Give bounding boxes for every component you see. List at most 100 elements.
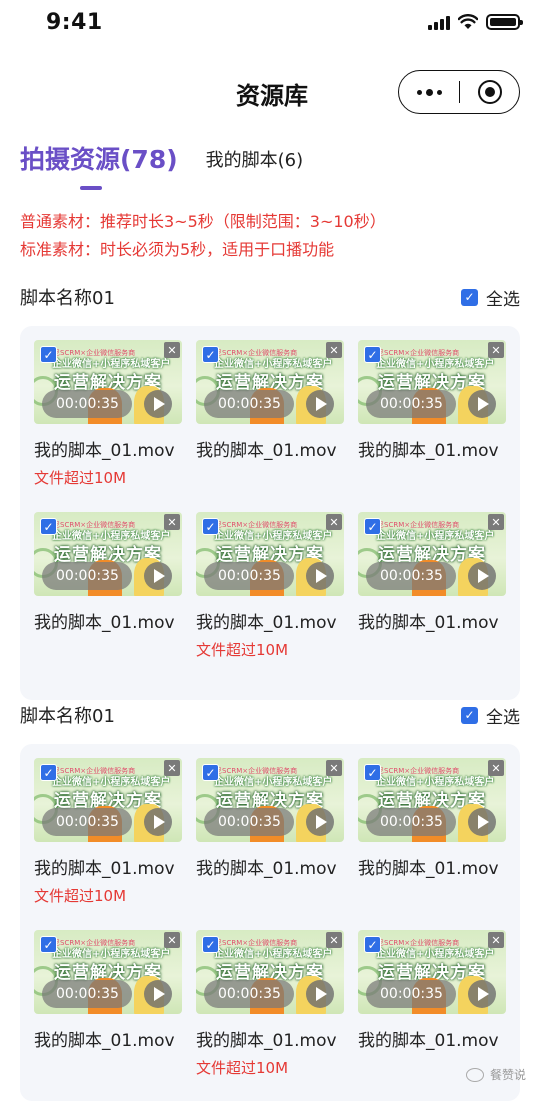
media-item[interactable]: 伊尼SCRM×企业微信服务商 企业微信+小程序私域客户 运营解决方案 ✓ ✕ 00:00:… [34, 512, 182, 684]
play-icon[interactable] [144, 390, 172, 418]
material-notes: 普通素材：推荐时长3~5秒（限制范围：3~10秒） 标准素材：时长必须为5秒，适… [20, 208, 386, 264]
play-icon[interactable] [468, 980, 496, 1008]
checkbox-checked-icon[interactable]: ✓ [202, 936, 219, 953]
select-all-toggle[interactable]: ✓ 全选 [461, 703, 520, 728]
play-icon[interactable] [468, 808, 496, 836]
video-thumbnail[interactable]: 伊尼SCRM×企业微信服务商 企业微信+小程序私域客户 运营解决方案 ✓ ✕ 00:00:… [358, 930, 506, 1014]
more-button[interactable] [399, 71, 459, 113]
file-name: 我的脚本_01.mov [196, 859, 337, 879]
media-item[interactable]: 伊尼SCRM×企业微信服务商 企业微信+小程序私域客户 运营解决方案 ✓ ✕ 00:00:… [358, 758, 506, 930]
file-name: 我的脚本_01.mov [358, 441, 499, 461]
tab-label: 拍摄资源(78) [20, 145, 178, 174]
media-item[interactable]: 伊尼SCRM×企业微信服务商 企业微信+小程序私域客户 运营解决方案 ✓ ✕ 00:00:… [196, 930, 344, 1101]
select-all-toggle[interactable]: ✓ 全选 [461, 285, 520, 310]
checkbox-checked-icon[interactable]: ✓ [364, 346, 381, 363]
cellular-signal-icon [428, 14, 450, 30]
media-item[interactable]: 伊尼SCRM×企业微信服务商 企业微信+小程序私域客户 运营解决方案 ✓ ✕ 00:00:… [34, 340, 182, 512]
play-icon[interactable] [306, 390, 334, 418]
video-duration: 00:00:35 [204, 562, 294, 590]
media-item[interactable]: 伊尼SCRM×企业微信服务商 企业微信+小程序私域客户 运营解决方案 ✓ ✕ 00:00:… [358, 512, 506, 684]
play-icon[interactable] [306, 980, 334, 1008]
file-name: 我的脚本_01.mov [358, 859, 499, 879]
video-duration: 00:00:35 [42, 390, 132, 418]
play-icon[interactable] [144, 808, 172, 836]
watermark: 餐赞说 [465, 1066, 526, 1083]
checkbox-checked-icon: ✓ [461, 706, 478, 724]
wechat-icon [465, 1067, 484, 1082]
checkbox-checked-icon[interactable]: ✓ [364, 764, 381, 781]
checkbox-checked-icon[interactable]: ✓ [40, 936, 57, 953]
media-item[interactable]: 伊尼SCRM×企业微信服务商 企业微信+小程序私域客户 运营解决方案 ✓ ✕ 00:00:… [196, 340, 344, 512]
video-thumbnail[interactable]: 伊尼SCRM×企业微信服务商 企业微信+小程序私域客户 运营解决方案 ✓ ✕ 00:00:… [196, 758, 344, 842]
media-item[interactable]: 伊尼SCRM×企业微信服务商 企业微信+小程序私域客户 运营解决方案 ✓ ✕ 00:00:… [196, 512, 344, 684]
battery-icon [486, 14, 523, 30]
checkbox-checked-icon[interactable]: ✓ [364, 936, 381, 953]
checkbox-checked-icon[interactable]: ✓ [40, 346, 57, 363]
close-icon[interactable]: ✕ [164, 514, 180, 530]
tab-shooting-resources[interactable]: 拍摄资源(78) [20, 140, 178, 190]
checkbox-checked-icon[interactable]: ✓ [202, 346, 219, 363]
video-duration: 00:00:35 [42, 808, 132, 836]
nav-bar: 资源库 [0, 62, 544, 122]
status-icons [428, 14, 523, 30]
close-icon[interactable]: ✕ [164, 342, 180, 358]
media-grid-panel: 伊尼SCRM×企业微信服务商 企业微信+小程序私域客户 运营解决方案 ✓ ✕ 00:00:… [20, 744, 520, 1101]
play-icon[interactable] [306, 562, 334, 590]
close-icon[interactable]: ✕ [326, 514, 342, 530]
file-name: 我的脚本_01.mov [196, 441, 337, 461]
video-thumbnail[interactable]: 伊尼SCRM×企业微信服务商 企业微信+小程序私域客户 运营解决方案 ✓ ✕ 00:00:… [358, 340, 506, 424]
media-item[interactable]: 伊尼SCRM×企业微信服务商 企业微信+小程序私域客户 运营解决方案 ✓ ✕ 00:00:… [358, 340, 506, 512]
video-duration: 00:00:35 [204, 390, 294, 418]
close-icon[interactable]: ✕ [488, 342, 504, 358]
tab-my-scripts[interactable]: 我的脚本(6) [206, 146, 304, 190]
checkbox-checked-icon[interactable]: ✓ [40, 764, 57, 781]
file-size-warning: 文件超过10M [196, 641, 289, 659]
video-duration: 00:00:35 [42, 980, 132, 1008]
checkbox-checked-icon[interactable]: ✓ [40, 518, 57, 535]
video-thumbnail[interactable]: 伊尼SCRM×企业微信服务商 企业微信+小程序私域客户 运营解决方案 ✓ ✕ 00:00:… [196, 930, 344, 1014]
file-name: 我的脚本_01.mov [34, 1031, 175, 1051]
wifi-icon [458, 14, 478, 29]
video-thumbnail[interactable]: 伊尼SCRM×企业微信服务商 企业微信+小程序私域客户 运营解决方案 ✓ ✕ 00:00:… [358, 758, 506, 842]
status-bar: 9:41 [0, 0, 544, 48]
play-icon[interactable] [144, 980, 172, 1008]
checkbox-checked-icon[interactable]: ✓ [202, 764, 219, 781]
media-item[interactable]: 伊尼SCRM×企业微信服务商 企业微信+小程序私域客户 运营解决方案 ✓ ✕ 00:00:… [196, 758, 344, 930]
play-icon[interactable] [468, 390, 496, 418]
media-grid: 伊尼SCRM×企业微信服务商 企业微信+小程序私域客户 运营解决方案 ✓ ✕ 00:00:… [20, 744, 520, 1101]
media-item[interactable]: 伊尼SCRM×企业微信服务商 企业微信+小程序私域客户 运营解决方案 ✓ ✕ 00:00:… [34, 930, 182, 1101]
section-title: 脚本名称01 [20, 288, 115, 309]
media-item[interactable]: 伊尼SCRM×企业微信服务商 企业微信+小程序私域客户 运营解决方案 ✓ ✕ 00:00:… [34, 758, 182, 930]
video-thumbnail[interactable]: 伊尼SCRM×企业微信服务商 企业微信+小程序私域客户 运营解决方案 ✓ ✕ 00:00:… [34, 930, 182, 1014]
video-thumbnail[interactable]: 伊尼SCRM×企业微信服务商 企业微信+小程序私域客户 运营解决方案 ✓ ✕ 00:00:… [34, 340, 182, 424]
video-thumbnail[interactable]: 伊尼SCRM×企业微信服务商 企业微信+小程序私域客户 运营解决方案 ✓ ✕ 00:00:… [196, 512, 344, 596]
video-thumbnail[interactable]: 伊尼SCRM×企业微信服务商 企业微信+小程序私域客户 运营解决方案 ✓ ✕ 00:00:… [358, 512, 506, 596]
section-header: 脚本名称01 ✓ 全选 [20, 282, 520, 312]
close-icon[interactable]: ✕ [488, 514, 504, 530]
play-icon[interactable] [306, 808, 334, 836]
video-thumbnail[interactable]: 伊尼SCRM×企业微信服务商 企业微信+小程序私域客户 运营解决方案 ✓ ✕ 00:00:… [34, 512, 182, 596]
play-icon[interactable] [144, 562, 172, 590]
close-icon[interactable]: ✕ [326, 760, 342, 776]
video-thumbnail[interactable]: 伊尼SCRM×企业微信服务商 企业微信+小程序私域客户 运营解决方案 ✓ ✕ 00:00:… [196, 340, 344, 424]
video-duration: 00:00:35 [366, 390, 456, 418]
watermark-text: 餐赞说 [489, 1068, 526, 1082]
video-duration: 00:00:35 [366, 562, 456, 590]
close-icon[interactable]: ✕ [488, 760, 504, 776]
file-name: 我的脚本_01.mov [34, 613, 175, 633]
video-thumbnail[interactable]: 伊尼SCRM×企业微信服务商 企业微信+小程序私域客户 运营解决方案 ✓ ✕ 00:00:… [34, 758, 182, 842]
select-all-label: 全选 [486, 707, 520, 728]
close-icon[interactable]: ✕ [326, 342, 342, 358]
play-icon[interactable] [468, 562, 496, 590]
checkbox-checked-icon: ✓ [461, 288, 478, 306]
close-mini-program-button[interactable] [460, 71, 519, 113]
video-duration: 00:00:35 [366, 808, 456, 836]
checkbox-checked-icon[interactable]: ✓ [364, 518, 381, 535]
close-icon[interactable]: ✕ [488, 932, 504, 948]
close-icon[interactable]: ✕ [164, 932, 180, 948]
checkbox-checked-icon[interactable]: ✓ [202, 518, 219, 535]
close-icon[interactable]: ✕ [164, 760, 180, 776]
target-icon [477, 80, 502, 104]
media-grid: 伊尼SCRM×企业微信服务商 企业微信+小程序私域客户 运营解决方案 ✓ ✕ 00:00:… [20, 326, 520, 684]
close-icon[interactable]: ✕ [326, 932, 342, 948]
